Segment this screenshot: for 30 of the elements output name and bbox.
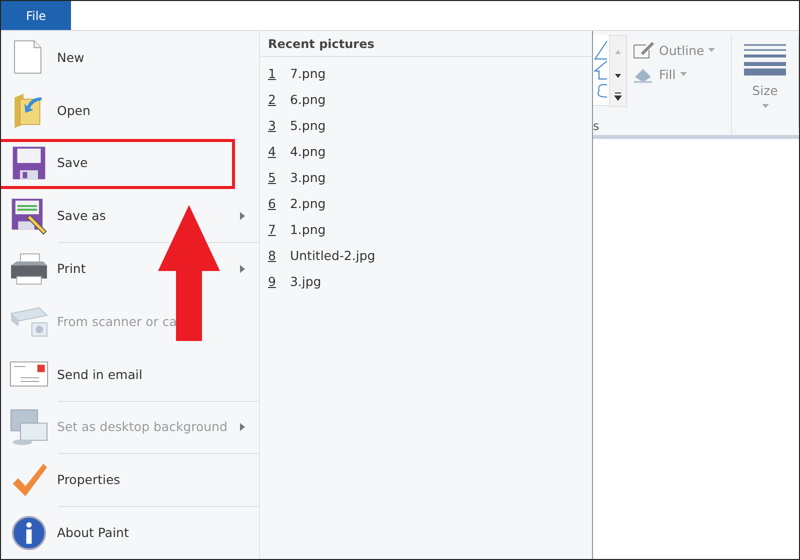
menu-item[interactable]: Send in email [1,348,259,401]
submenu-arrow-icon [240,212,245,220]
group-label: s [593,119,600,133]
recent-file-item[interactable]: 9 3.jpg [268,272,592,291]
recent-file-item[interactable]: 6 2.png [268,194,592,213]
menu-item[interactable]: Save [1,136,259,190]
menu-item[interactable]: New [1,31,259,84]
line-widths-icon [744,43,786,77]
gallery-scroll-buttons[interactable] [609,35,627,107]
submenu-arrow-icon [240,422,245,431]
submenu-arrow-icon [240,264,245,273]
recent-file-item[interactable]: 7 1.png [268,220,592,239]
menu-item[interactable]: About Paint [1,506,259,559]
recent-pictures-heading: Recent pictures [260,31,592,57]
shapes-gallery[interactable] [593,35,609,106]
menu-item[interactable]: Print [1,242,259,295]
recent-file-item[interactable]: 8 Untitled-2.jpg [268,246,592,265]
file-tab[interactable]: File [1,1,71,30]
recent-file-item[interactable]: 2 6.png [268,90,592,109]
recent-file-item[interactable]: 1 7.png [268,64,592,83]
recent-file-item[interactable]: 4 4.png [268,142,592,161]
menu-item[interactable]: Properties [1,453,259,506]
menu-item[interactable]: Open [1,84,259,137]
recent-file-item[interactable]: 3 5.png [268,116,592,135]
caret-icon [708,48,716,52]
recent-file-item[interactable]: 5 3.png [268,168,592,187]
pencil-icon [633,41,655,59]
caret-icon [680,72,687,76]
envelope-icon [7,361,51,388]
caret-icon [762,104,768,108]
